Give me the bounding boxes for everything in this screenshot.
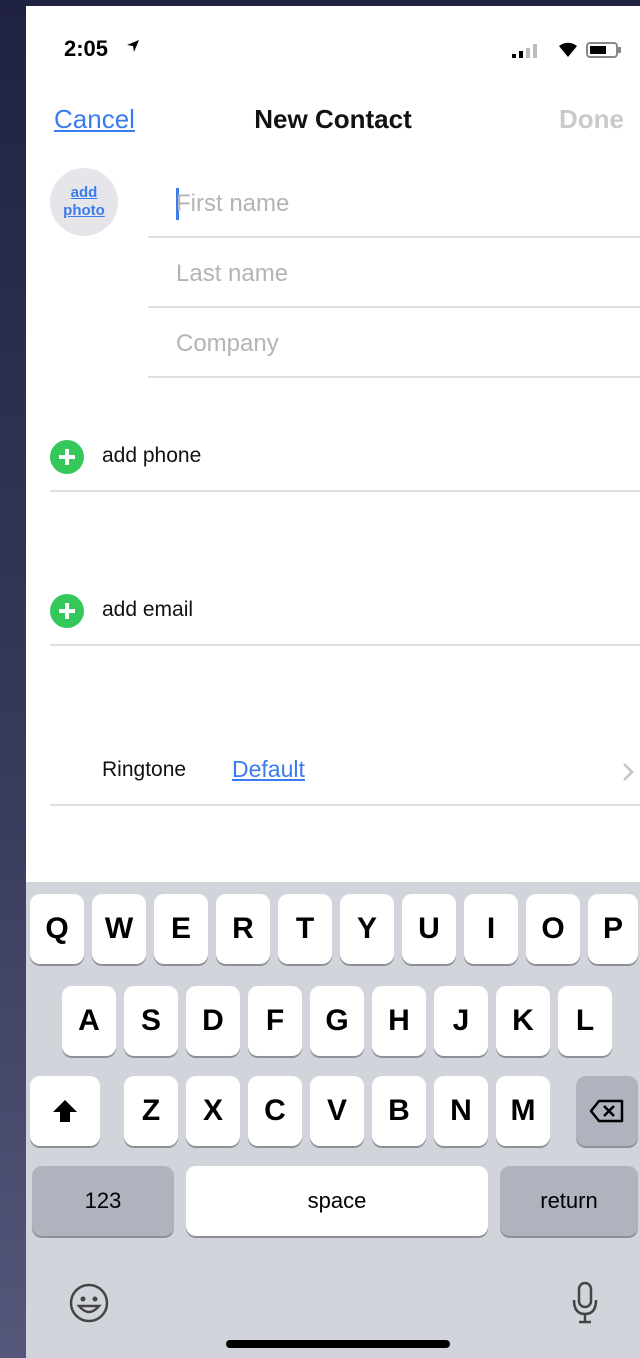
add-photo-button[interactable]: add photo <box>50 168 118 236</box>
ringtone-label: Ringtone <box>102 758 187 781</box>
key-s[interactable]: S <box>124 986 178 1056</box>
phone-screen: 2:05 Cancel New Contact Done add photo F… <box>26 6 640 1358</box>
home-indicator[interactable] <box>226 1340 450 1348</box>
key-e[interactable]: E <box>154 894 208 964</box>
key-n[interactable]: N <box>434 1076 488 1146</box>
add-email-label: add email <box>102 598 194 621</box>
add-photo-label-line2: photo <box>63 202 105 219</box>
status-bar: 2:05 <box>26 6 640 86</box>
delete-key[interactable] <box>576 1076 638 1146</box>
microphone-icon[interactable] <box>570 1280 600 1326</box>
space-key[interactable]: space <box>186 1166 488 1236</box>
first-name-row <box>148 168 640 238</box>
key-x[interactable]: X <box>186 1076 240 1146</box>
emoji-icon[interactable] <box>68 1282 110 1324</box>
company-field[interactable] <box>176 324 616 364</box>
add-email-row[interactable]: add email <box>50 576 640 646</box>
company-row <box>148 308 640 378</box>
chevron-right-icon <box>623 763 634 781</box>
last-name-field[interactable] <box>176 254 616 294</box>
key-a[interactable]: A <box>62 986 116 1056</box>
ringtone-value[interactable]: Default <box>232 756 305 783</box>
key-z[interactable]: Z <box>124 1076 178 1146</box>
add-phone-label: add phone <box>102 444 202 467</box>
shift-key[interactable] <box>30 1076 100 1146</box>
key-g[interactable]: G <box>310 986 364 1056</box>
key-j[interactable]: J <box>434 986 488 1056</box>
key-c[interactable]: C <box>248 1076 302 1146</box>
add-phone-row[interactable]: add phone <box>50 422 640 492</box>
battery-icon <box>586 42 621 58</box>
first-name-field[interactable] <box>176 184 616 224</box>
key-q[interactable]: Q <box>30 894 84 964</box>
key-w[interactable]: W <box>92 894 146 964</box>
key-i[interactable]: I <box>464 894 518 964</box>
key-u[interactable]: U <box>402 894 456 964</box>
key-m[interactable]: M <box>496 1076 550 1146</box>
key-r[interactable]: R <box>216 894 270 964</box>
key-k[interactable]: K <box>496 986 550 1056</box>
add-phone-plus-icon[interactable] <box>50 440 84 474</box>
return-key[interactable]: return <box>500 1166 638 1236</box>
key-f[interactable]: F <box>248 986 302 1056</box>
add-photo-label-line1: add <box>70 184 98 201</box>
shift-arrow-icon <box>53 1100 77 1122</box>
key-l[interactable]: L <box>558 986 612 1056</box>
page-title: New Contact <box>254 104 412 134</box>
key-o[interactable]: O <box>526 894 580 964</box>
numbers-key[interactable]: 123 <box>32 1166 174 1236</box>
key-b[interactable]: B <box>372 1076 426 1146</box>
nav-bar: Cancel New Contact Done <box>26 92 640 152</box>
last-name-row <box>148 238 640 308</box>
location-arrow-icon <box>127 40 139 52</box>
add-email-plus-icon[interactable] <box>50 594 84 628</box>
backspace-icon <box>589 1099 624 1123</box>
key-y[interactable]: Y <box>340 894 394 964</box>
key-h[interactable]: H <box>372 986 426 1056</box>
cellular-signal-icon <box>512 44 537 58</box>
key-t[interactable]: T <box>278 894 332 964</box>
key-d[interactable]: D <box>186 986 240 1056</box>
key-p[interactable]: P <box>588 894 638 964</box>
ringtone-row[interactable]: Ringtone Default <box>50 736 640 806</box>
wifi-icon <box>559 42 577 57</box>
key-v[interactable]: V <box>310 1076 364 1146</box>
status-time: 2:05 <box>64 36 109 61</box>
done-button[interactable]: Done <box>559 104 624 135</box>
